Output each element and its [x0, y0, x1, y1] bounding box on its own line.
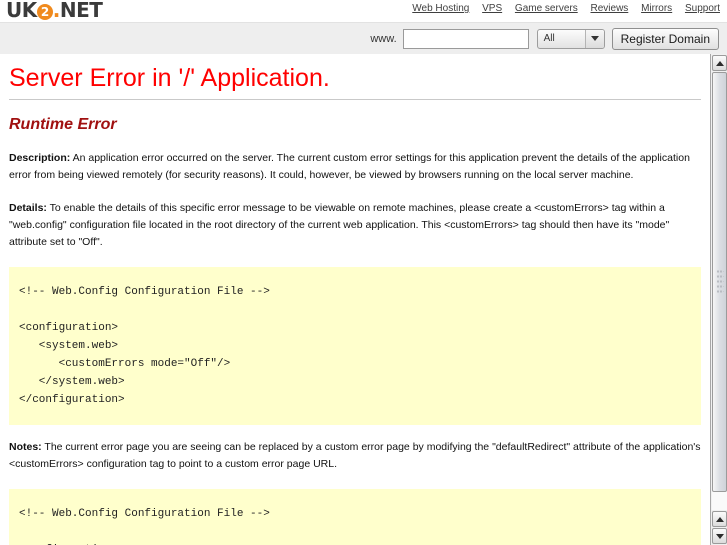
nav-link-reviews[interactable]: Reviews [591, 3, 629, 14]
domain-search-bar: www. All Register Domain [0, 23, 727, 55]
details-paragraph: Details: To enable the details of this s… [9, 200, 701, 251]
triangle-down-icon [715, 533, 724, 539]
tld-select-value: All [543, 33, 555, 44]
scrollbar-thumb[interactable] [712, 72, 727, 492]
scroll-up-button-bottom[interactable] [712, 511, 727, 527]
description-paragraph: Description: An application error occurr… [9, 150, 701, 184]
chevron-down-icon [584, 29, 604, 48]
nav-link-support[interactable]: Support [685, 3, 720, 14]
description-text: An application error occurred on the ser… [9, 152, 690, 181]
logo-prefix: UK [6, 0, 37, 22]
scroll-down-button[interactable] [712, 528, 727, 544]
top-navigation: Web Hosting VPS Game servers Reviews Mir… [412, 3, 720, 14]
notes-paragraph: Notes: The current error page you are se… [9, 439, 701, 473]
code-block-remoteonly: <!-- Web.Config Configuration File --> <… [9, 489, 701, 545]
scroll-up-button[interactable] [712, 55, 727, 71]
vertical-scrollbar[interactable] [710, 54, 727, 545]
site-header: UK 2 .NET Web Hosting VPS Game servers Rev… [0, 0, 727, 23]
domain-search-controls: www. All Register Domain [370, 26, 719, 51]
register-domain-button[interactable]: Register Domain [611, 27, 719, 50]
details-text: To enable the details of this specific e… [9, 202, 670, 248]
code-block-off: <!-- Web.Config Configuration File --> <… [9, 267, 701, 425]
www-label: www. [370, 32, 397, 45]
error-page-content: Server Error in '/' Application. Runtime… [0, 54, 710, 545]
nav-link-mirrors[interactable]: Mirrors [641, 3, 672, 14]
error-subtitle: Runtime Error [9, 116, 117, 133]
description-label: Description: [9, 152, 71, 164]
logo-badge-icon: 2 [36, 4, 53, 20]
nav-link-web-hosting[interactable]: Web Hosting [412, 3, 469, 14]
logo-dot: . [52, 0, 61, 22]
scrollbar-track[interactable] [712, 72, 727, 510]
page-title: Server Error in '/' Application. [9, 64, 330, 92]
notes-text: The current error page you are seeing ca… [9, 441, 701, 470]
site-logo[interactable]: UK 2 .NET [6, 0, 103, 22]
grip-icon [716, 269, 723, 295]
details-label: Details: [9, 202, 47, 214]
nav-link-game-servers[interactable]: Game servers [515, 3, 578, 14]
tld-select[interactable]: All [536, 28, 605, 49]
notes-label: Notes: [9, 441, 42, 453]
logo-suffix: NET [59, 0, 103, 22]
domain-search-input[interactable] [402, 28, 529, 49]
triangle-up-icon [715, 60, 724, 66]
triangle-up-icon [715, 516, 724, 522]
title-divider [9, 99, 701, 100]
nav-link-vps[interactable]: VPS [482, 3, 502, 14]
